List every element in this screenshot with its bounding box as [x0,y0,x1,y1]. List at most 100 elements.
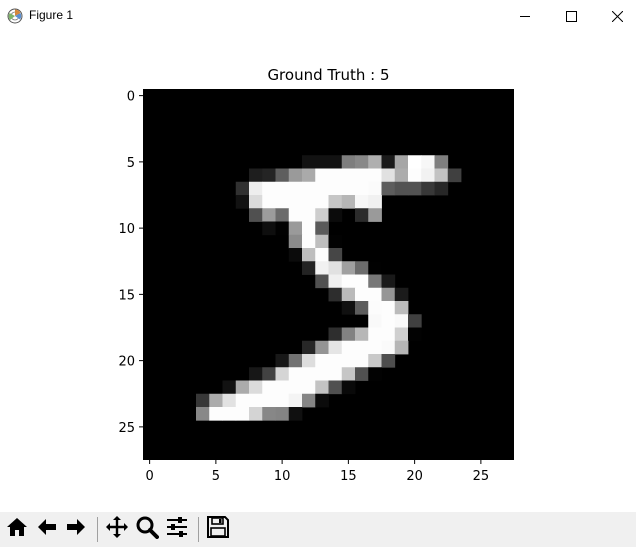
image-pixel [341,301,356,315]
image-pixel [328,367,343,381]
image-pixel [262,181,276,196]
image-pixel [328,354,343,368]
image-pixel [196,407,210,421]
image-pixel [288,367,303,381]
image-pixel [341,340,356,355]
image-pixel [315,354,329,368]
image-pixel [315,234,329,249]
image-pixel [394,340,409,355]
image-pixel [249,380,263,395]
image-pixel [434,155,449,169]
image-pixel [275,393,290,408]
image-pixel [368,208,382,222]
pan-button[interactable] [103,515,131,543]
image-pixel [341,195,356,209]
image-pixel [249,181,263,196]
image-pixel [368,155,382,169]
configure-subplots-icon [165,515,189,543]
image-pixel [288,208,303,222]
image-pixel [328,248,343,262]
forward-button[interactable] [62,515,90,543]
image-pixel [355,287,369,302]
image-pixel [235,195,250,209]
image-pixel [408,327,422,342]
image-pixel [275,195,290,209]
image-pixel [302,195,316,209]
image-pixel [421,155,435,169]
image-pixel [355,354,369,368]
image-pixel [262,367,276,381]
image-pixel [302,340,316,355]
image-pixel [275,181,290,196]
configure-subplots-button[interactable] [163,515,191,543]
image-pixel [288,181,303,196]
toolbar-separator [97,517,98,542]
image-pixel [434,181,449,196]
image-pixel [355,367,369,381]
image-pixel [302,380,316,395]
zoom-button[interactable] [133,515,161,543]
image-pixel [381,274,396,289]
image-pixel [421,181,435,196]
forward-arrow-icon [64,515,88,543]
image-pixel [381,327,396,342]
image-pixel [249,168,263,183]
image-pixel [222,407,237,421]
image-plot[interactable]: 0 5 10 15 20 25 0 5 10 15 20 25 [0,0,636,512]
zoom-icon [135,515,159,543]
image-pixel [368,354,382,368]
y-tick-label: 20 [118,355,135,370]
image-pixel [381,155,396,169]
image-pixel [381,168,396,183]
image-pixel [315,208,329,222]
image-pixel [381,314,396,328]
image-pixel [249,367,263,381]
image-pixel [394,287,409,302]
image-pixel [315,248,329,262]
image-pixel [302,393,316,408]
image-pixel [368,314,382,328]
image-pixel [355,155,369,169]
image-pixel [262,380,276,395]
image-pixel [355,327,369,342]
image-pixel [302,367,316,381]
image-pixel [341,155,356,169]
save-button[interactable] [204,515,232,543]
image-pixel [381,287,396,302]
image-pixel [341,380,356,395]
toolbar-separator [198,517,199,542]
image-pixel [302,155,316,169]
image-pixel [328,327,343,342]
x-tick-label: 0 [145,469,153,484]
image-pixel [209,407,223,421]
image-pixel [328,181,343,196]
x-axis-ticks: 0 5 10 15 20 25 [145,460,489,484]
image-pixel [222,393,237,408]
home-button[interactable] [3,515,31,543]
image-pixel [341,327,356,342]
image-pixel [196,393,210,408]
image-pixel [302,181,316,196]
image-pixel [341,367,356,381]
image-pixel [341,168,356,183]
image-pixel [288,168,303,183]
image-pixel [341,287,356,302]
image-pixel [381,340,396,355]
image-pixel [381,354,396,368]
image-pixel [368,287,382,302]
image-pixel [262,168,276,183]
image-pixel [315,367,329,381]
image-pixel [235,181,250,196]
image-pixel [328,340,343,355]
x-tick-label: 15 [340,469,357,484]
image-pixel [328,208,343,222]
image-pixel [328,261,343,275]
image-pixel [355,274,369,289]
y-tick-label: 15 [118,288,135,303]
image-pixel [328,155,343,169]
image-pixel [275,367,290,381]
back-button[interactable] [33,515,61,543]
y-tick-label: 10 [118,222,135,237]
x-tick-label: 20 [406,469,423,484]
image-pixel [328,380,343,395]
